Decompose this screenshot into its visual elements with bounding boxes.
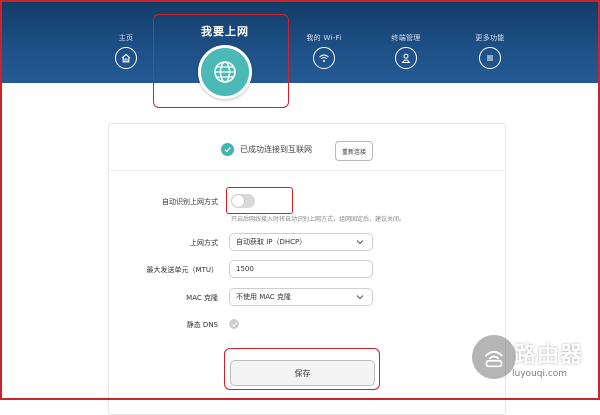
auto-detect-hint: 开启后网线接入时将自动识别上网方式，组网固定后，建议关闭。 (231, 216, 406, 223)
mac-clone-value: 不使用 MAC 克隆 (236, 293, 292, 301)
nav-item-devices-label: 终端管理 (391, 34, 421, 42)
top-nav-bar: 主页 我的 Wi-Fi 终端管理 更多功能 (0, 0, 600, 83)
user-icon (395, 47, 417, 69)
connection-type-value: 自动获取 IP（DHCP） (236, 238, 307, 246)
mac-clone-label: MAC 克隆 (186, 294, 218, 302)
watermark-url: luyouqi.com (512, 369, 568, 379)
connection-status-text: 已成功连接到互联网 (240, 145, 312, 154)
toggle-highlight-box (226, 187, 293, 214)
connection-type-select[interactable]: 自动获取 IP（DHCP） (229, 233, 373, 251)
check-circle-icon (221, 143, 234, 156)
save-highlight-box (224, 348, 380, 390)
section-divider (108, 170, 504, 171)
static-dns-label: 静态 DNS (186, 321, 218, 329)
chevron-down-icon (356, 295, 364, 300)
watermark-text: 路由器 (514, 343, 584, 368)
nav-item-wifi-label: 我的 Wi-Fi (306, 34, 342, 42)
mac-clone-select[interactable]: 不使用 MAC 克隆 (229, 288, 373, 306)
nav-item-devices[interactable]: 终端管理 (384, 0, 428, 69)
mtu-label: 最大发送单元（MTU） (146, 266, 218, 274)
reconnect-button[interactable]: 重新连接 (335, 141, 373, 161)
home-icon (115, 47, 137, 69)
nav-item-more-label: 更多功能 (475, 34, 505, 42)
watermark: 路由器 luyouqi.com (470, 335, 598, 397)
nav-item-home-label: 主页 (118, 34, 134, 42)
chevron-down-icon (356, 240, 364, 245)
mtu-input[interactable]: 1500 (229, 260, 373, 278)
wifi-icon (313, 47, 335, 69)
static-dns-checkbox[interactable] (229, 319, 239, 329)
auto-detect-label: 自动识别上网方式 (162, 198, 218, 206)
nav-item-more[interactable]: 更多功能 (468, 0, 512, 69)
nav-highlight-box (153, 14, 289, 108)
mtu-value: 1500 (236, 265, 254, 273)
nav-item-home[interactable]: 主页 (106, 0, 146, 69)
connection-status-row: 已成功连接到互联网 重新连接 (0, 135, 600, 165)
nav-item-wifi[interactable]: 我的 Wi-Fi (298, 0, 350, 69)
router-icon (472, 335, 516, 379)
menu-icon (479, 47, 501, 69)
connection-type-label: 上网方式 (190, 239, 218, 247)
